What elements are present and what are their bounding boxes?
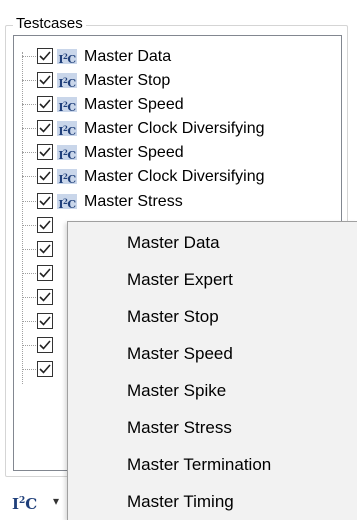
testcase-label: Master Stop xyxy=(84,72,171,89)
testcase-tree-item[interactable]: I2C Master Stress xyxy=(22,190,342,214)
menu-item-label: Master Data xyxy=(127,233,220,252)
testcase-label: Master Data xyxy=(84,48,172,65)
tree-branch-line xyxy=(22,128,36,129)
menu-item-label: Master Timing xyxy=(127,492,234,511)
tree-branch-line xyxy=(22,104,36,105)
menu-item-label: Master Stress xyxy=(127,418,232,437)
testcase-checkbox[interactable] xyxy=(37,96,53,112)
testcase-checkbox[interactable] xyxy=(37,168,53,184)
tree-branch-line xyxy=(22,369,36,370)
testcase-checkbox[interactable] xyxy=(37,72,53,88)
testcase-checkbox[interactable] xyxy=(37,313,53,329)
i2c-icon: I2C xyxy=(57,194,77,211)
tree-branch-line xyxy=(22,297,36,298)
menu-item[interactable]: Master Data xyxy=(68,224,357,261)
menu-item[interactable]: Master Stress xyxy=(68,409,357,446)
add-i2c-testcase-icon[interactable]: I2C xyxy=(12,490,48,513)
testcase-tree-item[interactable]: I2C Master Speed xyxy=(22,141,342,165)
menu-item[interactable]: Master Spike xyxy=(68,372,357,409)
menu-item-label: Master Expert xyxy=(127,270,233,289)
testcase-label: Master Speed xyxy=(84,96,184,113)
i2c-icon: I2C xyxy=(57,145,77,162)
i2c-icon: I2C xyxy=(57,121,77,138)
tree-branch-line xyxy=(22,152,36,153)
testcase-tree-item[interactable]: I2C Master Stop xyxy=(22,69,342,93)
i2c-icon: I2C xyxy=(57,73,77,90)
i2c-icon: I2C xyxy=(57,97,77,114)
testcase-label: Master Stress xyxy=(84,193,183,210)
testcase-checkbox[interactable] xyxy=(37,361,53,377)
testcase-label: Master Clock Diversifying xyxy=(84,120,265,137)
tree-branch-line xyxy=(22,225,36,226)
testcase-label: Master Speed xyxy=(84,144,184,161)
testcase-tree-item[interactable]: I2C Master Speed xyxy=(22,93,342,117)
testcase-checkbox[interactable] xyxy=(37,193,53,209)
i2c-icon: I2C xyxy=(57,169,77,186)
testcase-tree-item[interactable]: I2C Master Clock Diversifying xyxy=(22,165,342,189)
tree-branch-line xyxy=(22,249,36,250)
testcase-label: Master Clock Diversifying xyxy=(84,168,265,185)
menu-item[interactable]: Master Speed xyxy=(68,335,357,372)
testcase-checkbox[interactable] xyxy=(37,289,53,305)
testcase-tree-item[interactable]: I2C Master Data xyxy=(22,45,342,69)
add-testcase-menu: Master Data Master Expert Master Stop Maste… xyxy=(67,221,357,520)
tree-branch-line xyxy=(22,80,36,81)
testcases-group-title: Testcases xyxy=(13,16,86,32)
testcase-tree-item[interactable]: I2C Master Clock Diversifying xyxy=(22,117,342,141)
menu-item[interactable]: Master Stop xyxy=(68,298,357,335)
tree-branch-line xyxy=(22,176,36,177)
menu-item-label: Master Termination xyxy=(127,455,272,474)
testcase-checkbox[interactable] xyxy=(37,217,53,233)
menu-item[interactable]: Master Termination xyxy=(68,446,357,483)
testcase-checkbox[interactable] xyxy=(37,144,53,160)
chevron-down-icon[interactable]: ▾ xyxy=(53,491,59,511)
testcase-checkbox[interactable] xyxy=(37,120,53,136)
tree-branch-line xyxy=(22,273,36,274)
menu-item[interactable]: Master Timing xyxy=(68,483,357,520)
tree-branch-line xyxy=(22,201,36,202)
tree-branch-line xyxy=(22,56,36,57)
testcase-checkbox[interactable] xyxy=(37,337,53,353)
menu-item-label: Master Speed xyxy=(127,344,233,363)
menu-item[interactable]: Master Expert xyxy=(68,261,357,298)
testcase-checkbox[interactable] xyxy=(37,48,53,64)
tree-branch-line xyxy=(22,345,36,346)
i2c-icon: I2C xyxy=(57,49,77,66)
testcase-checkbox[interactable] xyxy=(37,241,53,257)
menu-item-label: Master Spike xyxy=(127,381,227,400)
tree-branch-line xyxy=(22,321,36,322)
menu-item-label: Master Stop xyxy=(127,307,219,326)
testcase-checkbox[interactable] xyxy=(37,265,53,281)
